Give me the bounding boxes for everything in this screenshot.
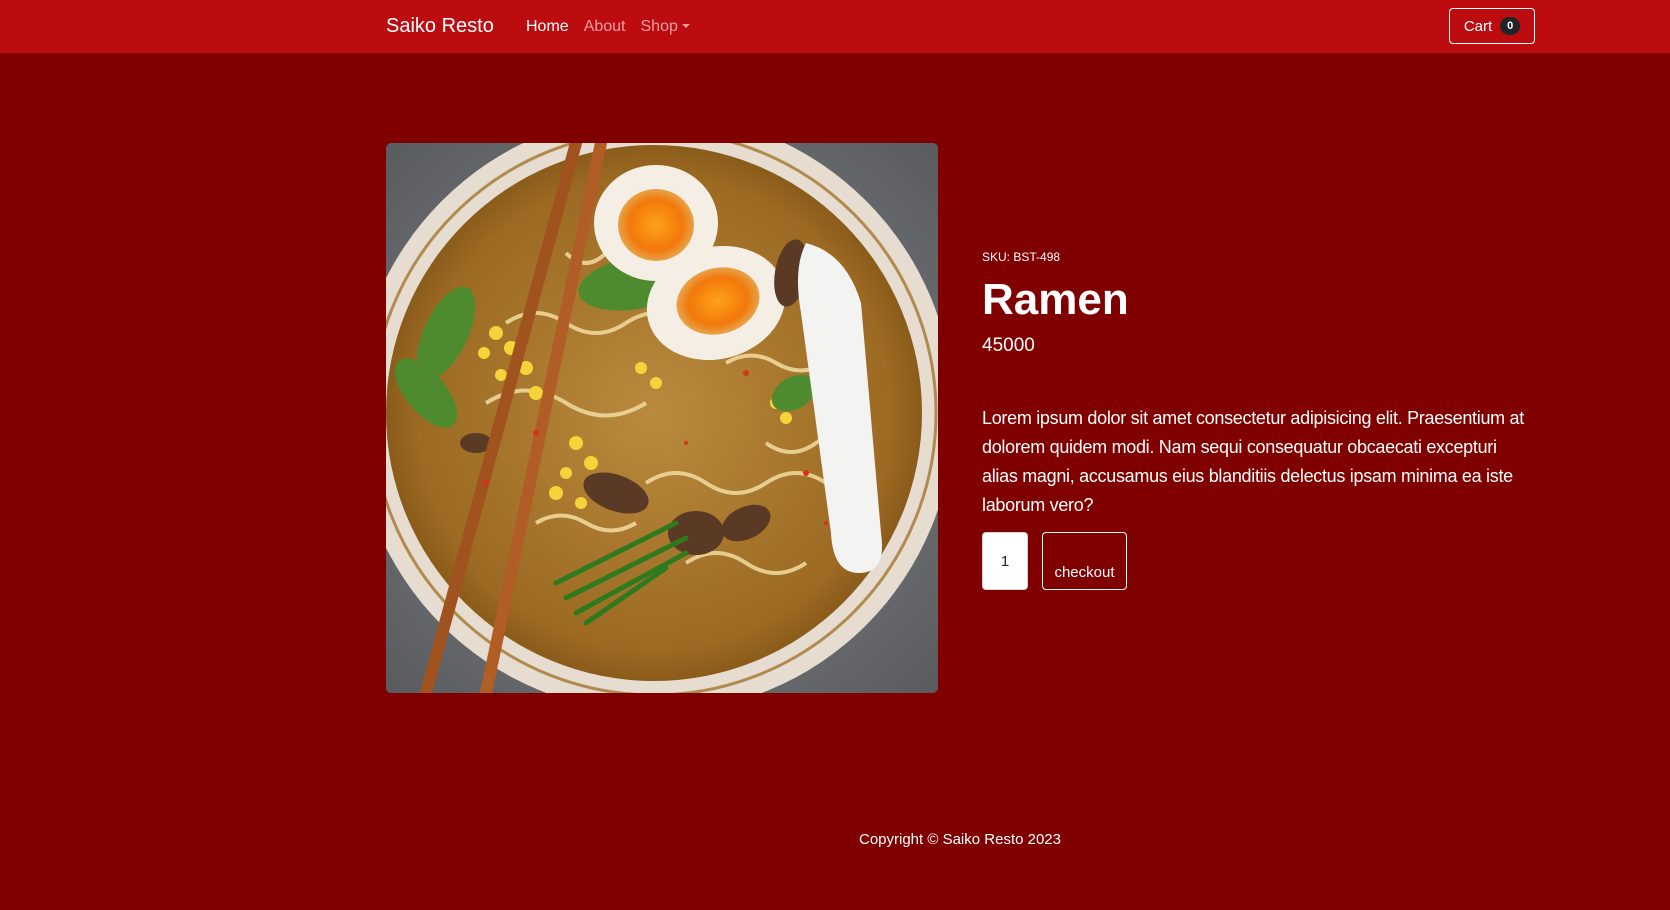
nav-about[interactable]: About bbox=[584, 17, 626, 37]
product-sku: SKU: BST-498 bbox=[982, 250, 1061, 264]
cart-label: Cart bbox=[1463, 17, 1493, 35]
checkout-button[interactable]: checkout bbox=[1042, 532, 1127, 590]
product-image bbox=[386, 143, 938, 693]
caret-down-icon bbox=[681, 24, 690, 28]
navbar: Saiko Resto Home About Shop Cart 0 bbox=[0, 0, 1670, 53]
quantity-input[interactable] bbox=[982, 532, 1028, 590]
footer-copyright: Copyright © Saiko Resto 2023 bbox=[859, 831, 1061, 848]
product-description: Lorem ipsum dolor sit amet consectetur a… bbox=[982, 408, 1524, 515]
product-title: Ramen bbox=[982, 275, 1129, 324]
nav-shop-label: Shop bbox=[640, 18, 678, 35]
product-price: 45000 bbox=[982, 335, 1035, 356]
brand-logo[interactable]: Saiko Resto bbox=[386, 14, 494, 38]
nav-links: Home About Shop bbox=[526, 17, 690, 37]
ramen-bowl-illustration bbox=[386, 143, 938, 693]
cart-button[interactable]: Cart 0 bbox=[1449, 8, 1535, 44]
nav-shop-dropdown[interactable]: Shop bbox=[641, 17, 690, 37]
cart-count-badge: 0 bbox=[1500, 17, 1521, 35]
nav-home[interactable]: Home bbox=[526, 17, 569, 37]
